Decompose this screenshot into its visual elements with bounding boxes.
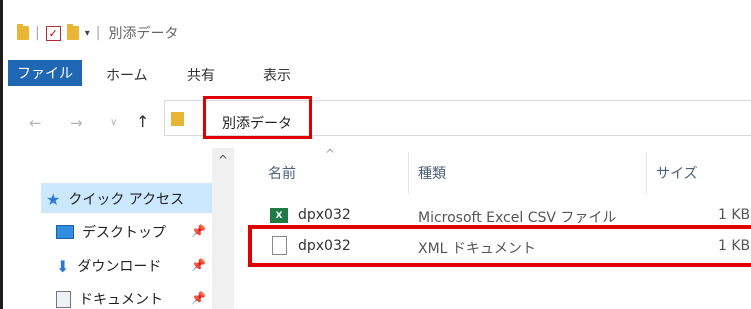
desktop-icon (56, 225, 74, 239)
highlight-box (203, 96, 312, 139)
separator: | (35, 25, 40, 41)
navigation-bar: ← → ∨ ↑ 別添データ (3, 92, 751, 142)
nav-item-label: ダウンロード (77, 259, 162, 275)
nav-item-downloads[interactable]: ⬇ ダウンロード (56, 256, 161, 276)
dropdown-icon[interactable]: ▾ (85, 28, 90, 39)
nav-item-documents[interactable]: ドキュメント (56, 289, 163, 309)
column-header-type[interactable]: 種類 (418, 163, 446, 183)
back-icon[interactable]: ← (29, 114, 42, 132)
separator: | (95, 25, 101, 41)
nav-item-label: クイック アクセス (68, 192, 185, 208)
column-header-size[interactable]: サイズ (656, 163, 698, 183)
excel-icon: X (270, 208, 288, 223)
column-header-name[interactable]: 名前 (268, 163, 296, 183)
download-icon: ⬇ (56, 256, 70, 276)
star-icon: ★ (46, 189, 61, 209)
tab-home[interactable]: ホーム (106, 65, 148, 85)
ribbon: ファイル ホーム 共有 表示 (3, 55, 751, 89)
forward-icon[interactable]: → (70, 114, 83, 132)
scroll-up-icon[interactable]: ^ (218, 153, 228, 167)
quick-access-toolbar: | ✓ ▾ | 別添データ (17, 23, 178, 43)
checkmark-icon[interactable]: ✓ (45, 25, 61, 41)
column-divider[interactable] (646, 152, 647, 194)
document-icon (56, 290, 71, 308)
pin-icon[interactable]: 📌 (191, 224, 206, 238)
sort-ascending-icon: ^ (325, 147, 336, 161)
nav-item-label: デスクトップ (82, 225, 166, 241)
nav-item-quick-access[interactable]: ★ クイック アクセス (46, 189, 184, 209)
title-bar: | ✓ ▾ | 別添データ (3, 0, 751, 55)
file-size: 1 KB (718, 207, 751, 223)
column-divider[interactable] (408, 152, 409, 194)
pin-icon[interactable]: 📌 (191, 258, 206, 272)
tab-share[interactable]: 共有 (187, 65, 215, 85)
recent-icon[interactable]: ∨ (110, 117, 117, 128)
pin-icon[interactable]: 📌 (191, 291, 206, 305)
tab-file[interactable]: ファイル (8, 60, 82, 86)
explorer-window: | ✓ ▾ | 別添データ ファイル ホーム 共有 表示 ← → ∨ ↑ 別添デ… (0, 0, 751, 309)
highlight-box (248, 225, 751, 267)
tab-view[interactable]: 表示 (263, 65, 291, 85)
file-name: dpx032 (298, 207, 351, 223)
nav-item-desktop[interactable]: デスクトップ (56, 222, 166, 242)
window-title: 別添データ (108, 26, 179, 42)
scrollbar[interactable] (212, 148, 234, 309)
folder-icon[interactable] (66, 24, 79, 40)
nav-item-label: ドキュメント (79, 292, 163, 308)
folder-icon (171, 112, 184, 126)
up-icon[interactable]: ↑ (136, 112, 149, 131)
folder-icon[interactable] (17, 24, 29, 40)
file-type: Microsoft Excel CSV ファイル (418, 210, 617, 226)
